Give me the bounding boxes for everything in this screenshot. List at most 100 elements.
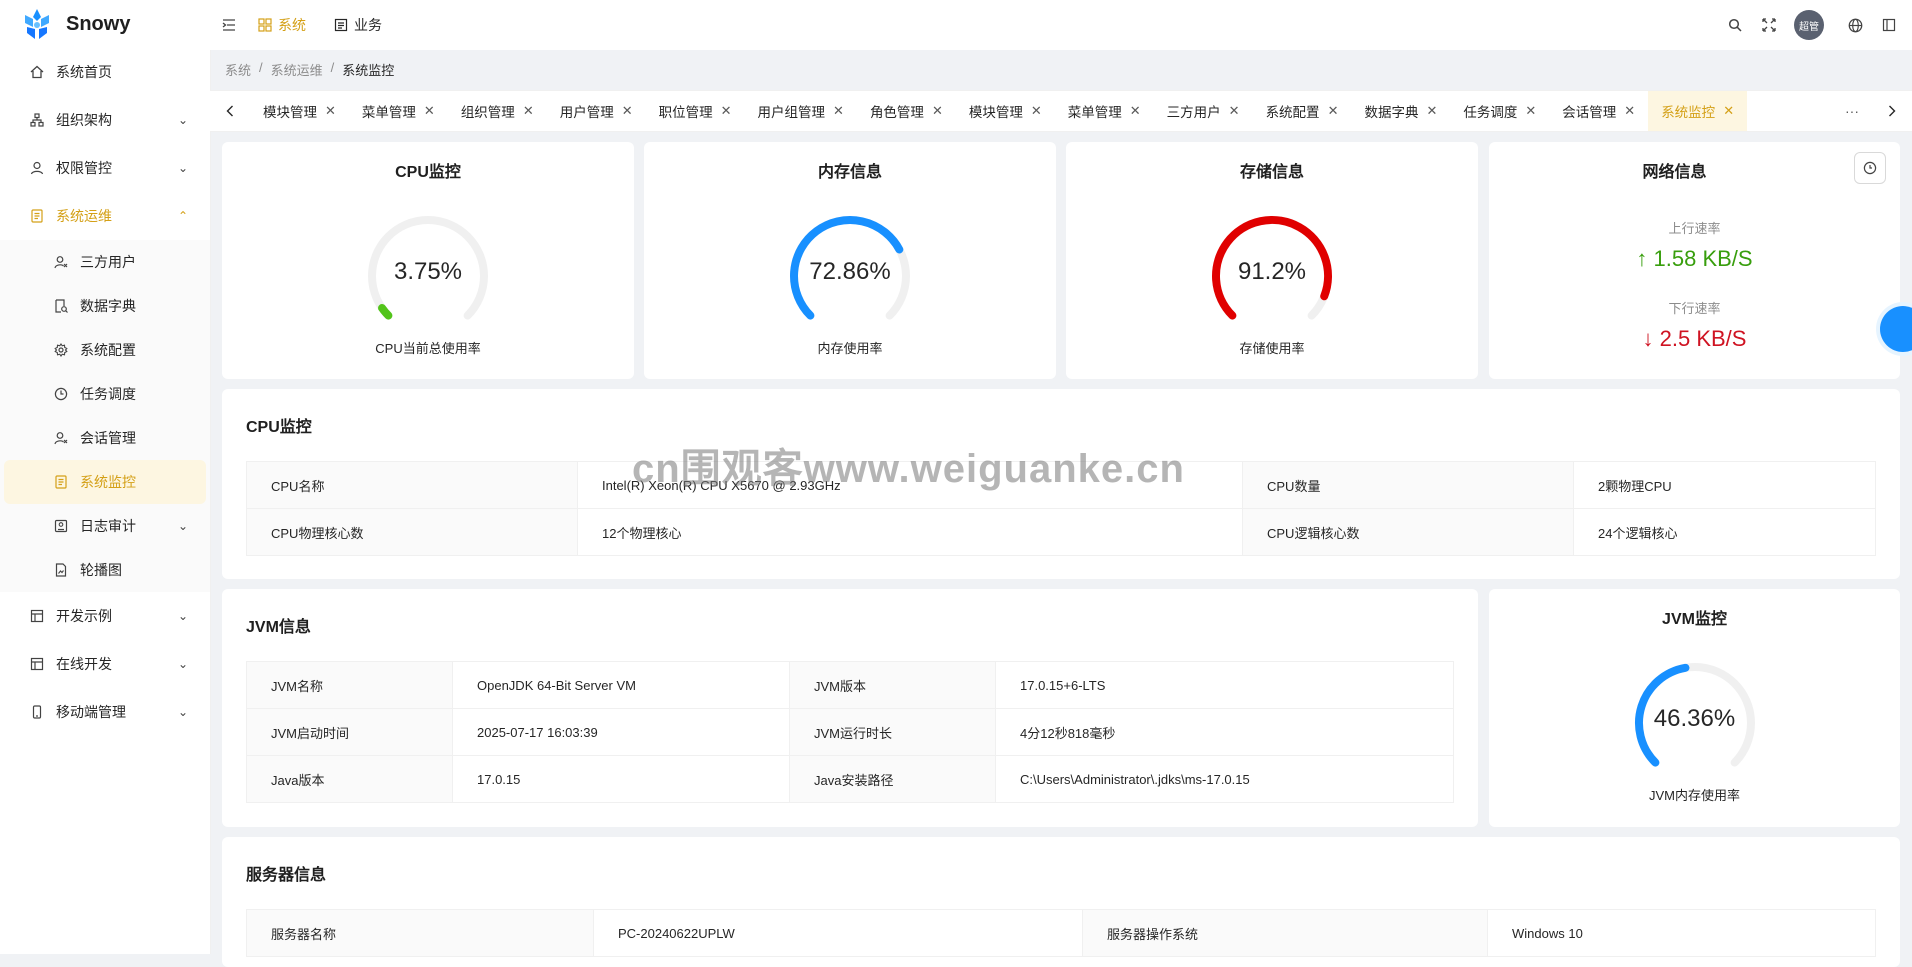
sidebar-item-audit-log[interactable]: 日志审计 ⌄ — [0, 504, 210, 548]
tabs-more[interactable]: ··· — [1832, 91, 1872, 131]
table-cell-value: 24个逻辑核心 — [1573, 508, 1876, 556]
tab[interactable]: 角色管理 ✕ — [857, 91, 956, 131]
close-icon[interactable]: ✕ — [325, 103, 336, 119]
tab[interactable]: 系统配置 ✕ — [1253, 91, 1352, 131]
breadcrumb-item[interactable]: 系统 — [225, 60, 251, 79]
globe-icon[interactable] — [1846, 16, 1864, 34]
table-cell-label: Java版本 — [246, 755, 453, 803]
tab-label: 系统监控 — [1661, 105, 1716, 120]
sidebar-item-label: 组织架构 — [56, 112, 112, 128]
close-icon[interactable]: ✕ — [424, 103, 435, 119]
chevron-down-icon: ⌄ — [177, 161, 188, 175]
sidebar-item-permission[interactable]: 权限管控 ⌄ — [0, 144, 210, 192]
top-nav-label: 业务 — [354, 17, 382, 33]
close-icon[interactable]: ✕ — [1723, 103, 1734, 119]
jvm-monitor-card: JVM监控 46.36% JVM内存使用率 — [1489, 589, 1900, 827]
cpu-usage-caption: CPU当前总使用率 — [375, 341, 481, 356]
storage-card-title: 存储信息 — [1239, 164, 1304, 181]
cpu-usage-value: 3.75% — [393, 258, 463, 285]
avatar[interactable]: 超管 — [1794, 10, 1824, 40]
close-icon[interactable]: ✕ — [1624, 103, 1635, 119]
close-icon[interactable]: ✕ — [932, 103, 943, 119]
tab-label: 系统配置 — [1265, 105, 1320, 120]
cpu-info-title: CPU监控 — [246, 419, 312, 436]
submenu-ops: 三方用户 数据字典 系统配置 任务调度 会话管理 系统监控 日志审计 ⌄ 轮播图 — [0, 240, 210, 592]
upload-rate-value: 1.58 KB/S — [1653, 246, 1753, 271]
sidebar-item-carousel[interactable]: 轮播图 — [0, 548, 210, 592]
tab[interactable]: 会话管理 ✕ — [1549, 91, 1648, 131]
tab[interactable]: 模块管理 ✕ — [956, 91, 1055, 131]
close-icon[interactable]: ✕ — [721, 103, 732, 119]
chevron-up-icon: ⌃ — [177, 209, 188, 223]
table-cell-label: JVM启动时间 — [246, 708, 453, 756]
chevron-right-icon[interactable] — [1872, 91, 1912, 131]
sidebar-item-dictionary[interactable]: 数据字典 — [0, 284, 210, 328]
chevron-left-icon[interactable] — [210, 91, 250, 131]
tab[interactable]: 模块管理 ✕ — [250, 91, 349, 131]
sidebar-item-monitor[interactable]: 系统监控 — [4, 460, 206, 504]
sidebar-item-label: 任务调度 — [80, 386, 136, 402]
arrow-up-icon: ↑ — [1636, 246, 1648, 271]
menu-fold-icon[interactable] — [220, 16, 238, 34]
download-rate-value: 2.5 KB/S — [1659, 326, 1747, 351]
user-switch-icon — [52, 253, 70, 271]
search-icon[interactable] — [1726, 16, 1744, 34]
sidebar-item-dev-examples[interactable]: 开发示例 ⌄ — [0, 592, 210, 640]
sidebar-item-mobile[interactable]: 移动端管理 ⌄ — [0, 688, 210, 736]
close-icon[interactable]: ✕ — [1031, 103, 1042, 119]
table-cell-value: C:\Users\Administrator\.jdks\ms-17.0.15 — [995, 755, 1454, 803]
audit-icon — [52, 517, 70, 535]
tab[interactable]: 菜单管理 ✕ — [349, 91, 448, 131]
monitor-doc-icon — [52, 473, 70, 491]
top-nav-label: 系统 — [278, 17, 306, 33]
sidebar-item-scheduler[interactable]: 任务调度 — [0, 372, 210, 416]
top-nav: 系统 业务 — [258, 15, 410, 35]
close-icon[interactable]: ✕ — [622, 103, 633, 119]
tab-label: 职位管理 — [658, 105, 713, 120]
history-icon[interactable] — [1854, 152, 1886, 184]
close-icon[interactable]: ✕ — [1328, 103, 1339, 119]
breadcrumb-current: 系统监控 — [342, 63, 395, 78]
close-icon[interactable]: ✕ — [1130, 103, 1141, 119]
close-icon[interactable]: ✕ — [833, 103, 844, 119]
file-search-icon — [52, 297, 70, 315]
network-card-title: 网络信息 — [1642, 164, 1707, 181]
close-icon[interactable]: ✕ — [1229, 103, 1240, 119]
sidebar-item-home[interactable]: 系统首页 — [0, 48, 210, 96]
table-cell-label: CPU名称 — [246, 461, 578, 509]
sidebar-item-sessions[interactable]: 会话管理 — [0, 416, 210, 460]
tab[interactable]: 数据字典 ✕ — [1351, 91, 1450, 131]
sidebar-item-online-dev[interactable]: 在线开发 ⌄ — [0, 640, 210, 688]
table-cell-value: 17.0.15 — [452, 755, 790, 803]
brand[interactable]: Snowy — [0, 0, 210, 48]
sidebar-item-third-party-users[interactable]: 三方用户 — [0, 240, 210, 284]
fullscreen-icon[interactable] — [1760, 16, 1778, 34]
tab[interactable]: 任务调度 ✕ — [1450, 91, 1549, 131]
tab-strip: 模块管理 ✕ 菜单管理 ✕ 组织管理 ✕ 用户管理 ✕ 职位管理 ✕ 用户组管理 ✕ 角色管理 ✕ 模块管理… — [210, 90, 1912, 132]
tab[interactable]: 系统监控 ✕ — [1648, 91, 1748, 131]
layout-settings-icon[interactable] — [1880, 16, 1898, 34]
top-nav-business[interactable]: 业务 — [334, 15, 382, 35]
profile-icon — [334, 18, 348, 32]
top-nav-system[interactable]: 系统 — [258, 15, 306, 35]
tab[interactable]: 职位管理 ✕ — [646, 91, 745, 131]
tab[interactable]: 三方用户 ✕ — [1154, 91, 1253, 131]
sidebar-item-ops[interactable]: 系统运维 ⌃ — [0, 192, 210, 240]
close-icon[interactable]: ✕ — [1525, 103, 1536, 119]
close-icon[interactable]: ✕ — [1426, 103, 1437, 119]
tab[interactable]: 菜单管理 ✕ — [1055, 91, 1154, 131]
tab[interactable]: 用户管理 ✕ — [547, 91, 646, 131]
sidebar-item-org[interactable]: 组织架构 ⌄ — [0, 96, 210, 144]
tab[interactable]: 用户组管理 ✕ — [745, 91, 857, 131]
jvm-info-table: JVM名称 OpenJDK 64-Bit Server VM JVM版本 17.… — [246, 661, 1454, 803]
breadcrumb-item[interactable]: 系统运维 — [271, 60, 323, 79]
sidebar-item-label: 移动端管理 — [56, 704, 126, 720]
server-info-table: 服务器名称 PC-20240622UPLW 服务器操作系统 Windows 10 — [246, 909, 1876, 957]
close-icon[interactable]: ✕ — [523, 103, 534, 119]
storage-usage-value: 91.2% — [1237, 258, 1307, 285]
tab-label: 数据字典 — [1364, 105, 1419, 120]
sidebar-item-label: 系统运维 — [56, 208, 112, 224]
tab[interactable]: 组织管理 ✕ — [448, 91, 547, 131]
server-info-title: 服务器信息 — [246, 867, 327, 884]
sidebar-item-config[interactable]: 系统配置 — [0, 328, 210, 372]
